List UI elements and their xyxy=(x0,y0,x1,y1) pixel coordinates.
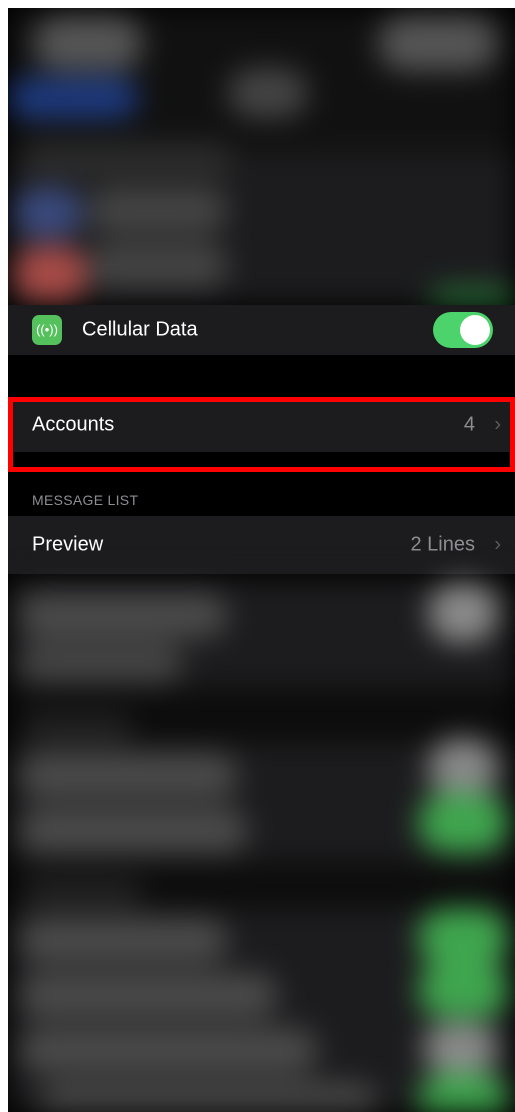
blur-blob xyxy=(418,963,508,1018)
blur-blob xyxy=(23,143,233,178)
accounts-label: Accounts xyxy=(32,413,115,435)
toggle-knob xyxy=(460,315,490,345)
screen: ((•)) Cellular Data Accounts 4 › MESSAGE… xyxy=(8,8,515,1112)
blurred-bottom-region xyxy=(8,578,515,1112)
cellular-data-label: Cellular Data xyxy=(82,318,198,341)
blur-blob xyxy=(423,1023,498,1073)
blur-blob xyxy=(428,288,515,305)
blur-blob xyxy=(18,593,228,638)
blur-blob xyxy=(18,973,278,1018)
blur-blob xyxy=(18,643,183,683)
preview-row[interactable]: Preview 2 Lines › xyxy=(8,516,515,574)
accounts-row[interactable]: Accounts 4 › xyxy=(8,397,515,452)
blur-blob xyxy=(23,713,133,743)
blur-blob xyxy=(418,793,508,853)
blur-blob xyxy=(428,738,498,798)
antenna-icon: ((•)) xyxy=(32,315,62,345)
preview-label: Preview xyxy=(32,533,104,556)
blur-blob xyxy=(228,68,308,118)
blur-blob xyxy=(8,78,138,118)
preview-value: 2 Lines xyxy=(410,533,476,556)
blur-blob xyxy=(378,16,498,71)
cellular-data-toggle[interactable] xyxy=(433,312,493,348)
cellular-data-row: ((•)) Cellular Data xyxy=(8,305,515,355)
blur-blob xyxy=(18,918,228,963)
blur-blob xyxy=(18,1028,318,1073)
blur-blob xyxy=(428,583,498,643)
blur-blob xyxy=(18,808,248,853)
blur-blob xyxy=(13,188,83,238)
blur-blob xyxy=(13,246,88,301)
blur-blob xyxy=(418,908,508,968)
blurred-top-region xyxy=(8,8,515,305)
blur-blob xyxy=(33,16,143,71)
blur-blob xyxy=(23,878,143,908)
message-list-header: MESSAGE LIST xyxy=(32,492,139,508)
blur-blob xyxy=(38,1083,378,1112)
chevron-right-icon: › xyxy=(494,413,501,435)
blur-blob xyxy=(88,188,228,233)
blur-blob xyxy=(18,753,238,798)
accounts-count: 4 xyxy=(463,413,475,435)
blur-blob xyxy=(88,243,228,288)
blur-blob xyxy=(418,1073,508,1112)
chevron-right-icon: › xyxy=(494,533,501,556)
